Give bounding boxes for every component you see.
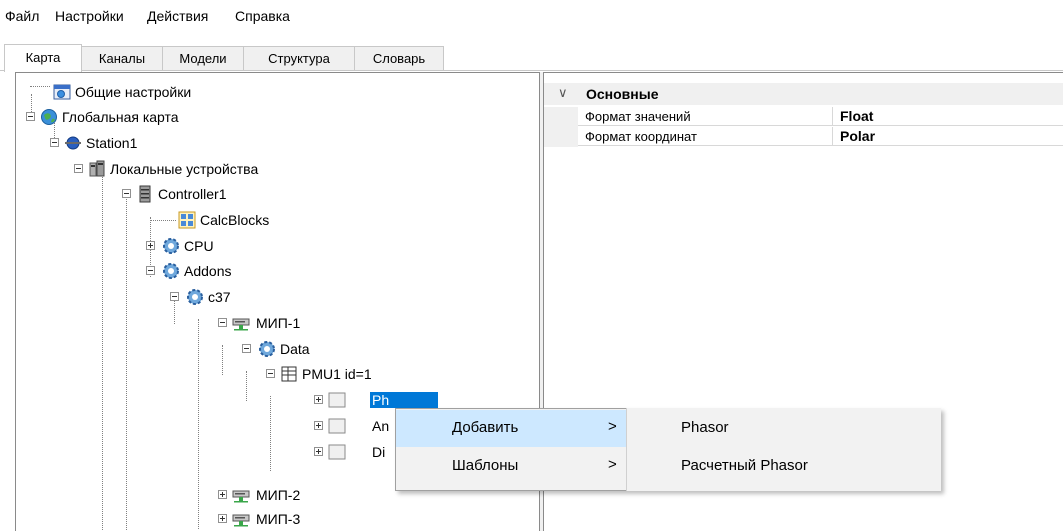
collapse-icon[interactable] (26, 112, 35, 121)
property-section-title: Основные (586, 86, 659, 102)
menu-item-templates[interactable]: Шаблоны > (396, 448, 626, 485)
submenu-item-calculated-phasor[interactable]: Расчетный Phasor (627, 448, 940, 485)
property-name: Формат значений (578, 107, 833, 126)
tree-connector (150, 220, 176, 221)
expand-icon[interactable] (314, 421, 323, 430)
collapse-icon[interactable] (266, 369, 275, 378)
tree-connector (246, 371, 247, 401)
chevron-down-icon[interactable]: ∨ (558, 85, 568, 101)
calcblocks-icon (178, 211, 196, 229)
station-icon (65, 136, 81, 150)
property-gutter (544, 107, 578, 127)
tab-models[interactable]: Модели (162, 46, 244, 70)
submenu-item-label: Расчетный Phasor (681, 457, 808, 474)
gear-icon (163, 263, 179, 279)
tree-connector (198, 319, 199, 529)
collapse-icon[interactable] (122, 189, 131, 198)
tree-item-label: Di (372, 444, 386, 460)
tree-item-label: Station1 (86, 135, 138, 151)
tab-strip: Карта Каналы Модели Структура Словарь (0, 44, 1063, 72)
menu-help[interactable]: Справка (235, 8, 290, 24)
tree-connector (222, 345, 223, 375)
network-device-icon (232, 490, 250, 503)
tree-connector (126, 192, 127, 531)
expand-icon[interactable] (314, 447, 323, 456)
collapse-icon[interactable] (74, 164, 83, 173)
tree-item-label: An (372, 418, 390, 434)
blank-icon (328, 392, 346, 408)
tree-item-label: CPU (184, 238, 214, 254)
collapse-icon[interactable] (170, 292, 179, 301)
property-value[interactable]: Polar (833, 127, 1063, 146)
table-icon (281, 366, 297, 382)
tree-connector (102, 166, 103, 531)
expand-icon[interactable] (314, 395, 323, 404)
tab-structure[interactable]: Структура (243, 46, 355, 70)
property-section-header[interactable]: ∨ Основные (544, 83, 1063, 105)
tab-channels[interactable]: Каналы (81, 46, 163, 70)
chevron-right-icon: > (608, 456, 617, 473)
property-row[interactable]: Формат координат Polar (544, 127, 1063, 147)
tree-item-label-selected: Ph (370, 392, 438, 408)
menu-bar: Файл Настройки Действия Справка (0, 0, 1063, 30)
blank-icon (328, 418, 346, 434)
menu-actions[interactable]: Действия (147, 8, 208, 24)
menu-item-label: Шаблоны (452, 457, 519, 474)
tree-item-label: МИП-2 (256, 487, 301, 503)
menu-item-add[interactable]: Добавить > (396, 410, 626, 447)
property-name: Формат координат (578, 127, 833, 146)
submenu-item-phasor[interactable]: Phasor (627, 410, 940, 447)
settings-window-icon (53, 84, 71, 100)
menu-file[interactable]: Файл (5, 8, 39, 24)
menu-item-label: Добавить (452, 419, 519, 436)
blank-icon (328, 444, 346, 460)
gear-icon (163, 238, 179, 254)
expand-icon[interactable] (146, 241, 155, 250)
collapse-icon[interactable] (218, 318, 227, 327)
tree-item-label: c37 (208, 289, 231, 305)
network-device-icon (232, 514, 250, 527)
property-value[interactable]: Float (833, 107, 1063, 126)
tree-item-label: Addons (184, 263, 232, 279)
expand-icon[interactable] (218, 490, 227, 499)
tree-item-label: Data (280, 341, 310, 357)
tree-item-label: CalcBlocks (200, 212, 270, 228)
tab-strip-border (0, 70, 1063, 71)
tree-item-label: Controller1 (158, 186, 227, 202)
submenu-item-label: Phasor (681, 419, 729, 436)
expand-icon[interactable] (218, 514, 227, 523)
tree-connector (270, 396, 271, 471)
gear-icon (187, 289, 203, 305)
chevron-right-icon: > (608, 418, 617, 435)
devices-icon (89, 160, 105, 177)
tree-item-label: Глобальная карта (62, 109, 179, 125)
collapse-icon[interactable] (242, 344, 251, 353)
tab-dictionary[interactable]: Словарь (354, 46, 444, 70)
tree-item-label: МИП-1 (256, 315, 301, 331)
tree-item-label: МИП-3 (256, 511, 301, 527)
property-gutter (544, 127, 578, 147)
property-row[interactable]: Формат значений Float (544, 107, 1063, 127)
globe-icon (41, 109, 57, 125)
collapse-icon[interactable] (50, 138, 59, 147)
collapse-icon[interactable] (146, 266, 155, 275)
tree-item-label: Локальные устройства (110, 161, 259, 177)
tree-item-label: PMU1 id=1 (302, 366, 372, 382)
network-device-icon (232, 318, 250, 331)
tree-connector (30, 86, 50, 87)
gear-icon (259, 341, 275, 357)
server-icon (139, 185, 151, 203)
tab-map[interactable]: Карта (4, 44, 82, 72)
menu-settings[interactable]: Настройки (55, 8, 124, 24)
tree-item-label: Общие настройки (75, 84, 192, 100)
